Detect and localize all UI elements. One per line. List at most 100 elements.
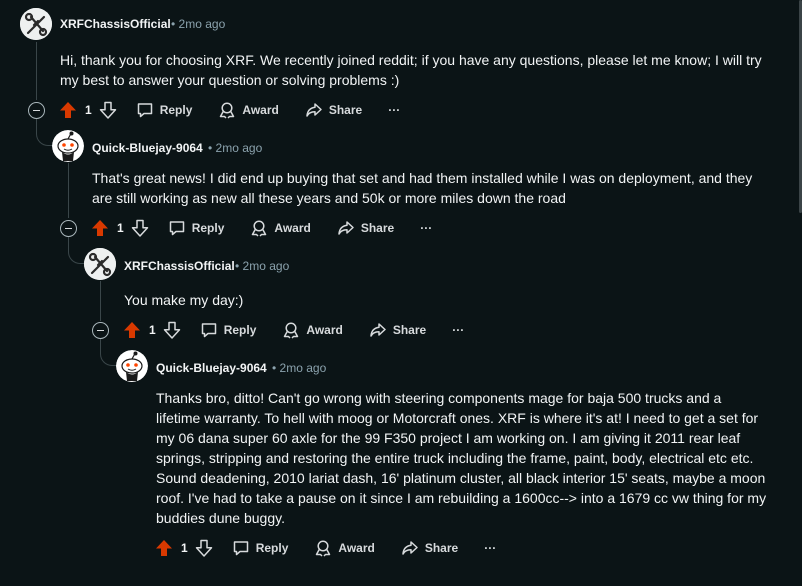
award-button[interactable]: Award xyxy=(314,539,375,557)
downvote-icon xyxy=(99,101,116,119)
vote-count: 1 xyxy=(117,221,124,235)
reply-button[interactable]: Reply xyxy=(168,219,224,237)
more-options-button[interactable]: ··· xyxy=(452,323,464,337)
thread-line xyxy=(36,42,37,100)
comment-author[interactable]: XRFChassisOfficial xyxy=(60,17,171,31)
share-button[interactable]: Share xyxy=(305,101,362,119)
share-label: Share xyxy=(360,221,395,235)
comment-author[interactable]: Quick-Bluejay-9064 xyxy=(156,361,267,375)
share-button[interactable]: Share xyxy=(369,321,426,339)
award-button[interactable]: Award xyxy=(282,321,343,339)
comment-time[interactable]: 2mo ago xyxy=(280,361,327,375)
comment-author[interactable]: XRFChassisOfficial xyxy=(124,259,235,273)
award-button[interactable]: Award xyxy=(218,101,279,119)
comment-body: Hi, thank you for choosing XRF. We recen… xyxy=(60,52,762,88)
share-icon xyxy=(306,103,322,117)
comment-body: You make my day:) xyxy=(124,292,244,308)
upvote-icon xyxy=(124,322,140,338)
reply-button[interactable]: Reply xyxy=(232,539,289,557)
collapse-icon xyxy=(65,228,72,229)
more-options-button[interactable]: ··· xyxy=(388,103,400,117)
award-icon xyxy=(220,102,235,119)
comment-meta: • 2mo ago xyxy=(208,141,263,155)
more-icon: ··· xyxy=(484,541,497,555)
comment-actions: 1 Reply Award Share ··· xyxy=(154,536,496,560)
more-icon: ··· xyxy=(388,103,401,117)
downvote-icon xyxy=(131,219,148,237)
share-icon xyxy=(402,541,418,555)
downvote-icon xyxy=(163,321,180,339)
comment-time[interactable]: 2mo ago xyxy=(179,17,226,31)
comment-actions: 1 Reply Award Share ··· xyxy=(122,318,464,342)
award-label: Award xyxy=(306,323,343,337)
thread-line xyxy=(36,118,37,132)
thread-line xyxy=(68,236,69,250)
more-icon: ··· xyxy=(452,323,465,337)
collapse-button[interactable] xyxy=(92,322,109,339)
downvote-button[interactable] xyxy=(130,218,150,238)
comment-body: Thanks bro, ditto! Can't go wrong with s… xyxy=(156,390,767,526)
share-icon xyxy=(338,221,354,235)
downvote-button[interactable] xyxy=(98,100,118,120)
reply-button[interactable]: Reply xyxy=(136,101,193,119)
downvote-icon xyxy=(195,539,212,557)
comment-author[interactable]: Quick-Bluejay-9064 xyxy=(92,141,203,155)
award-icon xyxy=(316,540,331,557)
reply-label: Reply xyxy=(159,103,193,117)
comment-time[interactable]: 2mo ago xyxy=(216,141,263,155)
reply-icon xyxy=(233,541,248,556)
share-button[interactable]: Share xyxy=(337,219,394,237)
reply-button[interactable]: Reply xyxy=(200,321,257,339)
comment-meta: • 2mo ago xyxy=(235,259,290,273)
share-label: Share xyxy=(424,541,459,555)
downvote-button[interactable] xyxy=(194,538,214,558)
thread-elbow xyxy=(68,249,85,264)
comment-actions: 1 Reply Award Share ··· xyxy=(90,216,432,240)
comment-meta: • 2mo ago xyxy=(171,17,226,31)
award-button[interactable]: Award xyxy=(250,219,311,237)
thread-line xyxy=(100,281,101,321)
award-label: Award xyxy=(242,103,279,117)
comment-actions: 1 Reply Award Share ··· xyxy=(58,98,400,122)
comment-time[interactable]: 2mo ago xyxy=(243,259,290,273)
upvote-icon xyxy=(60,102,76,118)
upvote-button[interactable] xyxy=(154,538,174,558)
reply-icon xyxy=(169,221,184,236)
avatar[interactable] xyxy=(84,248,116,280)
comment-meta: • 2mo ago xyxy=(272,361,327,375)
upvote-button[interactable] xyxy=(122,320,142,340)
more-icon: ··· xyxy=(420,221,433,235)
share-button[interactable]: Share xyxy=(401,539,458,557)
avatar[interactable] xyxy=(116,350,148,382)
vote-count: 1 xyxy=(85,103,92,117)
collapse-icon xyxy=(97,330,104,331)
collapse-button[interactable] xyxy=(28,102,45,119)
upvote-icon xyxy=(92,220,108,236)
award-label: Award xyxy=(274,221,311,235)
avatar[interactable] xyxy=(52,130,84,162)
upvote-button[interactable] xyxy=(90,218,110,238)
comment-body: That's great news! I did end up buying t… xyxy=(92,170,753,206)
award-label: Award xyxy=(338,541,375,555)
thread-elbow xyxy=(36,131,53,146)
reply-label: Reply xyxy=(223,323,257,337)
share-icon xyxy=(370,323,386,337)
avatar[interactable] xyxy=(20,8,52,40)
upvote-icon xyxy=(156,540,172,556)
collapse-icon xyxy=(33,110,40,111)
award-icon xyxy=(284,322,299,339)
award-icon xyxy=(252,220,267,237)
share-label: Share xyxy=(392,323,427,337)
more-options-button[interactable]: ··· xyxy=(484,541,496,555)
upvote-button[interactable] xyxy=(58,100,78,120)
reply-icon xyxy=(201,323,216,338)
vote-count: 1 xyxy=(149,323,156,337)
share-label: Share xyxy=(328,103,363,117)
thread-elbow xyxy=(100,351,117,366)
more-options-button[interactable]: ··· xyxy=(420,221,432,235)
collapse-button[interactable] xyxy=(60,220,77,237)
reply-icon xyxy=(137,103,152,118)
thread-line xyxy=(68,163,69,218)
downvote-button[interactable] xyxy=(162,320,182,340)
reply-label: Reply xyxy=(255,541,289,555)
